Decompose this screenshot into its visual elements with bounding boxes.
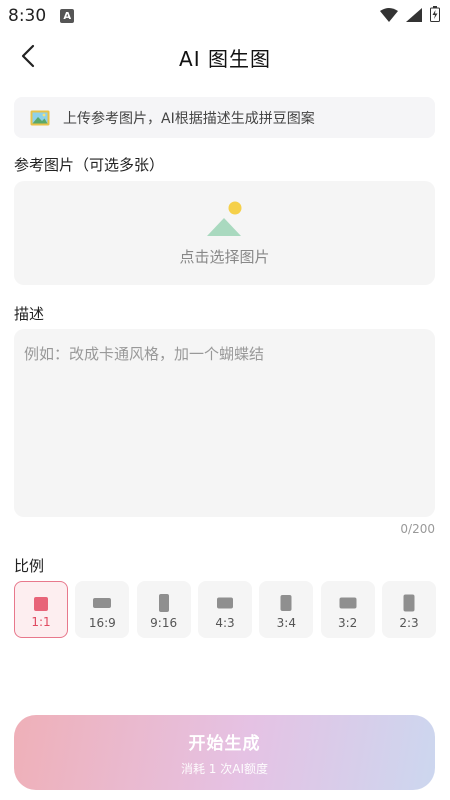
ratio-landscape-icon (216, 597, 233, 609)
ratio-option-label: 2:3 (399, 616, 419, 630)
battery-icon (430, 6, 440, 26)
description-input[interactable] (24, 343, 425, 503)
back-button[interactable] (14, 44, 42, 72)
accessibility-badge-icon: A (60, 9, 75, 23)
mountain-sun-icon (205, 200, 245, 242)
description-box (14, 329, 435, 517)
upload-text: 点击选择图片 (179, 247, 270, 266)
ratio-option-label: 1:1 (31, 615, 51, 629)
status-icons (380, 6, 440, 26)
ratio-option-label: 3:2 (337, 616, 358, 630)
ratio-option-9-16[interactable]: 9:16 (136, 581, 191, 638)
ratio-option-2-3[interactable]: 2:3 (381, 581, 436, 638)
ratio-option-label: 4:3 (215, 616, 235, 630)
ratio-option-1-1[interactable]: 1:1 (14, 581, 68, 638)
ratio-option-16-9[interactable]: 16:9 (75, 581, 130, 638)
ratio-option-label: 3:4 (276, 616, 296, 630)
ratio-portrait-icon (403, 594, 415, 612)
header: AI 图生图 (0, 32, 450, 82)
ratio-option-4-3[interactable]: 4:3 (197, 581, 252, 638)
reference-label: 参考图片（可选多张） (14, 156, 165, 174)
description-label: 描述 (14, 305, 45, 323)
credit-cost-text: 消耗 1 次AI额度 (180, 761, 268, 776)
start-generate-button[interactable]: 开始生成 消耗 1 次AI额度 (14, 715, 435, 790)
wifi-icon (380, 7, 398, 26)
status-time: 8:30 (8, 6, 47, 26)
character-counter: 0/200 (400, 522, 435, 536)
chevron-left-icon (21, 44, 35, 72)
ratio-option-3-2[interactable]: 3:2 (320, 581, 375, 638)
ratio-landscape-icon (93, 598, 112, 608)
ratio-option-3-4[interactable]: 3:4 (259, 581, 314, 638)
ratio-portrait-icon (158, 594, 169, 612)
signal-icon (406, 7, 422, 26)
ratio-option-label: 9:16 (150, 616, 178, 630)
ratio-portrait-icon (280, 595, 292, 611)
page-title: AI 图生图 (179, 46, 271, 71)
image-icon (30, 110, 50, 126)
tip-text: 上传参考图片，AI根据描述生成拼豆图案 (63, 110, 315, 127)
ratio-option-label: 16:9 (88, 616, 116, 630)
ratio-selector: 1:1 16:9 9:16 4:3 3:4 3:2 2:3 (14, 581, 436, 638)
ratio-label: 比例 (14, 557, 45, 575)
status-bar: 8:30 A (0, 0, 450, 32)
ratio-square-icon (34, 597, 48, 611)
upload-image-area[interactable]: 点击选择图片 (14, 181, 435, 285)
tip-banner: 上传参考图片，AI根据描述生成拼豆图案 (14, 97, 435, 138)
start-button-label: 开始生成 (188, 733, 261, 754)
ratio-landscape-icon (339, 597, 357, 609)
